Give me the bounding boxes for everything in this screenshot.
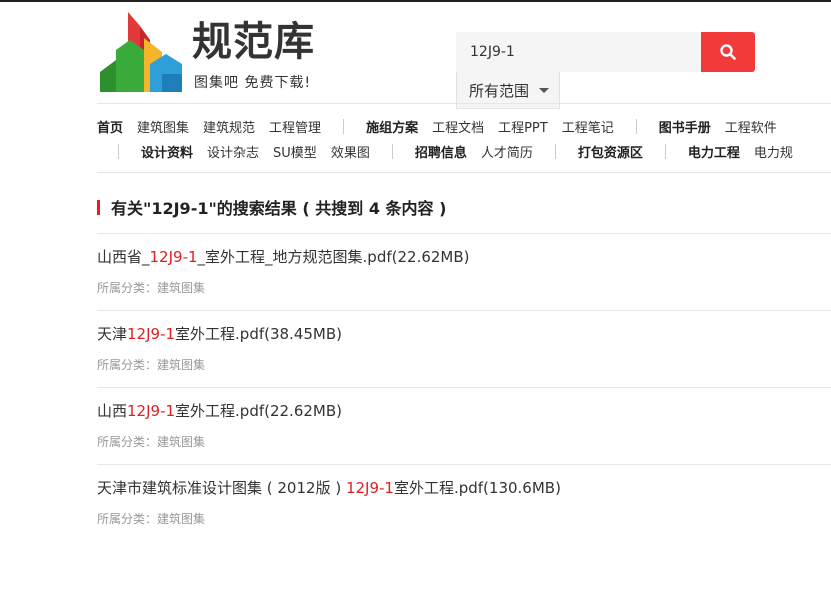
result-title-prefix: 天津市建筑标准设计图集 ( 2012版 ): [97, 479, 346, 497]
nav-bottom-divider: [97, 172, 831, 173]
result-title-prefix: 天津: [97, 325, 128, 343]
nav-link[interactable]: 工程软件: [725, 117, 777, 136]
search-button[interactable]: [701, 32, 755, 72]
results-heading-text: 有关"12J9-1"的搜索结果 ( 共搜到 4 条内容 ): [111, 199, 447, 218]
nav-separator: [391, 143, 393, 159]
nav-separator: [118, 143, 119, 159]
nav-link[interactable]: 图书手册: [659, 117, 711, 136]
site-logo[interactable]: 规范库 图集吧 免费下载!: [100, 12, 340, 94]
result-title-link[interactable]: 天津市建筑标准设计图集 ( 2012版 ) 12J9-1室外工程.pdf(130…: [97, 477, 561, 498]
search-input[interactable]: [456, 32, 701, 72]
nav-separator: [554, 143, 556, 159]
nav-row-secondary: 设计资料 设计杂志 SU模型 效果图 招聘信息 人才简历 打包资源区 电力工程 电力规: [118, 141, 807, 161]
nav-link[interactable]: 工程管理: [269, 117, 321, 136]
nav-link[interactable]: 打包资源区: [578, 142, 643, 161]
nav-link[interactable]: 设计资料: [141, 142, 193, 161]
result-title-highlight: 12J9-1: [127, 402, 176, 420]
top-border-line: [0, 0, 831, 2]
result-title-link[interactable]: 山西12J9-1室外工程.pdf(22.62MB): [97, 400, 342, 421]
result-title-highlight: 12J9-1: [127, 325, 176, 343]
nav-link[interactable]: 设计杂志: [207, 142, 259, 161]
nav-link[interactable]: 效果图: [331, 142, 370, 161]
nav-link[interactable]: 电力工程: [688, 142, 740, 161]
nav-top-divider: [97, 103, 831, 104]
nav-link[interactable]: 人才简历: [481, 142, 533, 161]
result-title-suffix: 室外工程.pdf(22.62MB): [175, 402, 343, 420]
search-icon: [720, 44, 736, 60]
result-title-prefix: 山西: [97, 402, 128, 420]
nav-link[interactable]: 建筑规范: [203, 117, 255, 136]
result-title-highlight: 12J9-1: [345, 479, 394, 497]
result-item: 天津市建筑标准设计图集 ( 2012版 ) 12J9-1室外工程.pdf(130…: [97, 464, 831, 541]
result-title-prefix: 山西省_: [97, 248, 150, 266]
nav-link[interactable]: 工程PPT: [498, 117, 548, 136]
nav-link[interactable]: 建筑图集: [137, 117, 189, 136]
logo-title: 规范库: [192, 19, 315, 65]
result-item: 山西省_12J9-1_室外工程_地方规范图集.pdf(22.62MB) 所属分类：…: [97, 233, 831, 310]
nav-link[interactable]: 招聘信息: [415, 142, 467, 161]
results-heading: 有关"12J9-1"的搜索结果 ( 共搜到 4 条内容 ): [97, 196, 446, 218]
result-category: 所属分类：建筑图集: [97, 358, 206, 372]
nav-link[interactable]: 工程文档: [432, 117, 484, 136]
result-title-link[interactable]: 山西省_12J9-1_室外工程_地方规范图集.pdf(22.62MB): [97, 246, 470, 267]
result-title-highlight: 12J9-1: [149, 248, 198, 266]
result-item: 山西12J9-1室外工程.pdf(22.62MB) 所属分类：建筑图集: [97, 387, 831, 464]
logo-slogan: 图集吧 免费下载!: [194, 75, 312, 91]
nav-link[interactable]: 首页: [97, 117, 123, 136]
nav-separator: [635, 118, 637, 134]
nav-link[interactable]: 工程笔记: [562, 117, 614, 136]
result-category: 所属分类：建筑图集: [97, 435, 206, 449]
nav-link[interactable]: SU模型: [273, 142, 317, 161]
caret-down-icon: [539, 87, 550, 93]
result-title-link[interactable]: 天津12J9-1室外工程.pdf(38.45MB): [97, 323, 342, 344]
logo-buildings-icon: [100, 12, 182, 92]
nav-link[interactable]: 电力规: [754, 142, 793, 161]
nav-row-primary: 首页 建筑图集 建筑规范 工程管理 施组方案 工程文档 工程PPT 工程笔记 图书手册 工程软件: [97, 116, 791, 136]
scope-label: 所有范围: [469, 81, 530, 100]
result-title-suffix: 室外工程.pdf(38.45MB): [175, 325, 343, 343]
nav-separator: [343, 118, 345, 134]
result-category: 所属分类：建筑图集: [97, 281, 206, 295]
result-item: 天津12J9-1室外工程.pdf(38.45MB) 所属分类：建筑图集: [97, 310, 831, 387]
nav-link[interactable]: 施组方案: [366, 117, 418, 136]
result-title-suffix: _室外工程_地方规范图集.pdf(22.62MB): [197, 248, 470, 266]
result-title-suffix: 室外工程.pdf(130.6MB): [393, 479, 561, 497]
nav-separator: [664, 143, 666, 159]
heading-accent-bar: [97, 199, 100, 215]
result-category: 所属分类：建筑图集: [97, 512, 206, 526]
